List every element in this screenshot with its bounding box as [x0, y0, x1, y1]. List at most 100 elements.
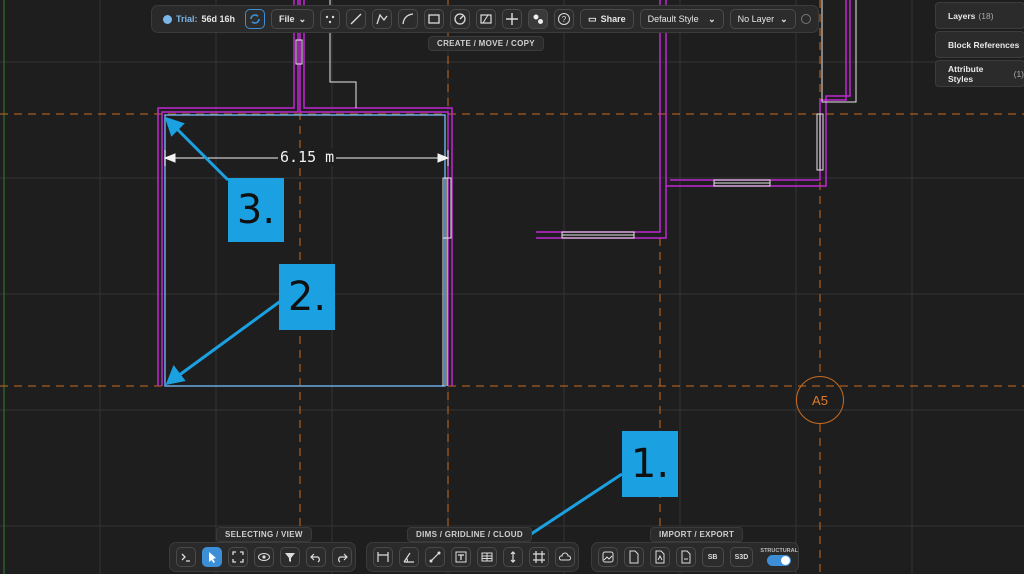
right-walls[interactable]	[536, 0, 857, 239]
layers-label: Layers	[948, 10, 976, 21]
rectangle-tool[interactable]	[424, 9, 445, 29]
sb-button[interactable]: SB	[701, 547, 724, 567]
chevron-down-icon: ⌄	[780, 13, 788, 24]
cloud-tool[interactable]	[555, 547, 575, 567]
arc-tool[interactable]	[398, 9, 419, 29]
structural-toggle[interactable]	[767, 555, 792, 566]
polyline-icon	[376, 13, 388, 25]
top-toolbar: Trial: 56d 16h File ⌄ ? ▭ Share Default …	[151, 5, 819, 33]
block-references-panel-item[interactable]: Block References	[935, 31, 1024, 58]
structural-gridlines[interactable]	[0, 0, 1024, 574]
expand-icon	[232, 551, 244, 563]
dims-gridline-cloud-toolbar	[366, 542, 579, 572]
linear-dimension-icon	[377, 552, 389, 562]
s3d-button[interactable]: S3D	[729, 547, 754, 567]
file-menu[interactable]: File ⌄	[271, 9, 315, 29]
attribute-styles-panel-item[interactable]: Attribute Styles (1)	[935, 60, 1024, 87]
selecting-view-label: SELECTING / VIEW	[216, 527, 312, 542]
table-icon	[481, 552, 493, 562]
status-dot-icon	[800, 14, 811, 24]
visibility-button[interactable]	[254, 547, 274, 567]
trial-badge[interactable]: Trial: 56d 16h	[159, 9, 239, 29]
background-grid	[0, 0, 1024, 574]
callout-3: 3.	[228, 178, 284, 242]
export-file-button[interactable]	[675, 547, 696, 567]
sync-icon	[250, 14, 260, 24]
sync-button[interactable]	[245, 9, 266, 29]
point-tool[interactable]	[320, 9, 341, 29]
block-references-label: Block References	[948, 39, 1020, 50]
angular-dim-tool[interactable]	[399, 547, 419, 567]
command-button[interactable]	[176, 547, 196, 567]
cursor-icon	[209, 552, 216, 563]
layer-select-value: No Layer	[737, 14, 775, 24]
undo-button[interactable]	[306, 547, 326, 567]
selecting-view-toolbar	[169, 542, 356, 572]
import-dxf-button[interactable]	[623, 547, 644, 567]
hatch-icon	[480, 14, 492, 24]
layers-panel-item[interactable]: Layers (18)	[935, 2, 1024, 29]
share-button[interactable]: ▭ Share	[580, 9, 634, 29]
redo-icon	[338, 553, 348, 563]
filter-button[interactable]	[280, 547, 300, 567]
line-tool[interactable]	[346, 9, 367, 29]
import-image-button[interactable]	[598, 547, 618, 567]
toggle-knob	[781, 556, 791, 565]
points-icon	[325, 15, 335, 24]
create-move-copy-label: CREATE / MOVE / COPY	[428, 36, 544, 51]
move-tool[interactable]	[502, 9, 523, 29]
filter-icon	[285, 553, 295, 562]
grid-bubble-a5[interactable]: A5	[796, 376, 844, 424]
drawing-canvas[interactable]	[0, 0, 1024, 574]
terminal-icon	[181, 553, 190, 562]
circle-tool[interactable]	[450, 9, 471, 29]
gridline-tool[interactable]	[529, 547, 549, 567]
file-icon	[629, 550, 639, 564]
help-icon: ?	[558, 13, 571, 25]
copy-tool[interactable]	[528, 9, 549, 29]
trial-label: Trial:	[176, 14, 198, 24]
circle-icon	[454, 13, 466, 25]
help-button[interactable]: ?	[554, 9, 575, 29]
angle-dimension-icon	[403, 552, 414, 563]
attribute-styles-count: (1)	[1013, 68, 1024, 79]
eye-icon	[258, 553, 270, 561]
polyline-tool[interactable]	[372, 9, 393, 29]
chevron-down-icon: ⌄	[298, 13, 307, 24]
select-tool[interactable]	[202, 547, 222, 567]
linear-dim-tool[interactable]	[373, 547, 393, 567]
rectangle-icon	[428, 14, 440, 24]
style-select-value: Default Style	[647, 14, 699, 24]
chat-icon: ▭	[588, 13, 597, 24]
layers-count: (18)	[978, 10, 994, 21]
table-tool[interactable]	[477, 547, 497, 567]
text-box-icon	[455, 551, 467, 563]
grid-icon	[533, 551, 545, 563]
layer-select[interactable]: No Layer ⌄	[729, 9, 796, 29]
redo-button[interactable]	[332, 547, 352, 567]
callout-2: 2.	[279, 264, 335, 330]
line-icon	[350, 13, 362, 25]
vertical-dim-tool[interactable]	[503, 547, 523, 567]
cloud-icon	[559, 552, 571, 561]
vertical-dimension-icon	[510, 551, 516, 563]
hatch-tool[interactable]	[476, 9, 497, 29]
structural-toggle-group: STRUCTURAL	[760, 548, 798, 566]
style-select[interactable]: Default Style ⌄	[639, 9, 724, 29]
structural-label: STRUCTURAL	[760, 548, 798, 554]
dims-gridline-cloud-label: DIMS / GRIDLINE / CLOUD	[407, 527, 532, 542]
import-pdf-button[interactable]	[649, 547, 670, 567]
undo-icon	[310, 553, 320, 563]
attribute-styles-label: Attribute Styles	[948, 63, 984, 84]
svg-text:?: ?	[562, 15, 567, 24]
bulb-icon	[163, 14, 172, 24]
trial-value: 56d 16h	[201, 14, 236, 24]
text-tool[interactable]	[451, 547, 471, 567]
copy-icon	[533, 14, 544, 24]
fit-view-button[interactable]	[228, 547, 248, 567]
callout-1: 1.	[622, 431, 678, 497]
leader-icon	[429, 551, 441, 563]
leader-tool[interactable]	[425, 547, 445, 567]
import-export-toolbar: SB S3D STRUCTURAL	[591, 542, 799, 572]
share-label: Share	[600, 14, 626, 24]
